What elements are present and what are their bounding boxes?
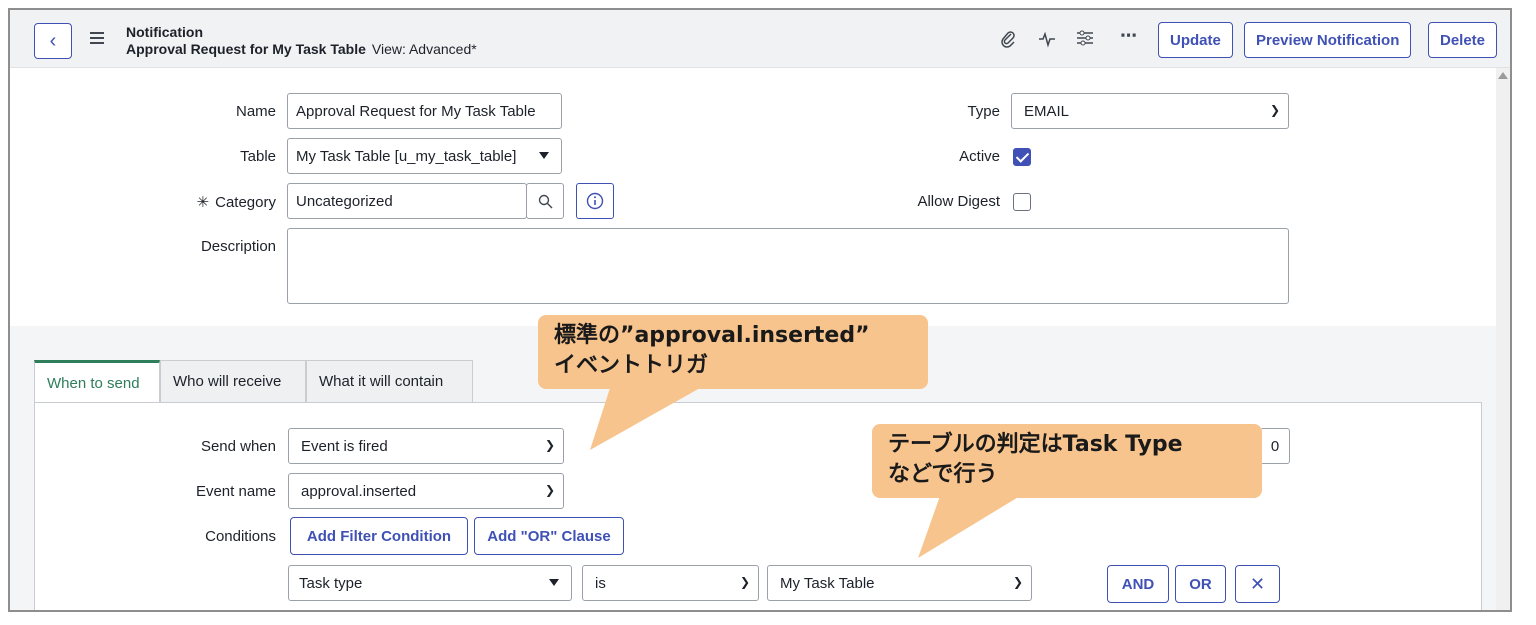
close-icon: ✕ [1249,573,1266,594]
menu-icon[interactable] [90,32,104,44]
callout-table-line2: などで行う [888,462,998,487]
table-select-value: My Task Table [u_my_task_table] [296,147,517,165]
chevron-down-icon: ❯ [1012,575,1023,589]
category-lookup-button[interactable] [526,183,564,219]
event-name-select[interactable]: approval.inserted ❯ [288,473,564,509]
view-label: View: Advanced* [371,41,477,57]
chevron-down-icon: ❯ [544,483,555,497]
update-button[interactable]: Update [1158,22,1233,58]
category-field[interactable]: Uncategorized [287,183,527,219]
search-icon [538,194,552,208]
category-label: ✳ Category [130,193,276,211]
callout-event-trigger: 標準の”approval.inserted” イベントトリガ [538,315,928,389]
allow-digest-label: Allow Digest [917,193,1000,210]
condition-value: My Task Table [780,574,875,592]
dropdown-triangle-icon [539,152,549,159]
callout-table-line1: テーブルの判定はTask Type [888,432,1183,457]
back-button[interactable]: ‹ [34,23,72,59]
form-body: Name Approval Request for My Task Table … [10,68,1496,326]
name-label: Name [235,103,276,120]
table-select[interactable]: My Task Table [u_my_task_table] [287,138,562,174]
allow-digest-checkbox[interactable] [1013,193,1031,211]
callout-table-pointer [918,496,1020,558]
callout-event-line2: イベントトリガ [554,353,709,378]
event-name-label: Event name [195,483,276,500]
description-textarea[interactable] [287,228,1289,304]
record-type: Notification [126,24,203,40]
condition-field-select[interactable]: Task type [288,565,572,601]
type-label: Type [967,103,1000,120]
callout-event-line1: 標準の”approval.inserted” [554,323,870,348]
activity-icon[interactable] [1038,30,1056,53]
required-icon: ✳ [196,194,210,211]
preview-notification-button[interactable]: Preview Notification [1244,22,1412,58]
category-info-button[interactable] [576,183,614,219]
remove-condition-button[interactable]: ✕ [1235,565,1280,603]
active-label: Active [959,148,1000,165]
or-button[interactable]: OR [1175,565,1226,603]
event-name-value: approval.inserted [301,482,417,500]
add-filter-condition-button[interactable]: Add Filter Condition [290,517,468,555]
name-field[interactable]: Approval Request for My Task Table [287,93,562,129]
vertical-scrollbar[interactable] [1496,68,1510,610]
category-label-text: Category [215,194,276,211]
attachment-icon[interactable] [1000,30,1016,53]
condition-operator-select[interactable]: is ❯ [582,565,759,601]
condition-field-value: Task type [299,574,363,592]
notification-form-window: ‹ Notification Approval Request for My T… [8,8,1512,612]
tab-when-to-send[interactable]: When to send [34,360,160,404]
type-select[interactable]: EMAIL ❯ [1011,93,1289,129]
tab-who-will-receive[interactable]: Who will receive [160,360,306,402]
weight-field[interactable]: 0 [1260,428,1290,464]
info-icon [586,192,604,210]
conditions-label: Conditions [205,528,276,545]
more-icon[interactable]: ⋯ [1120,26,1137,46]
tab-what-it-will-contain[interactable]: What it will contain [306,360,473,402]
callout-event-pointer [590,388,700,450]
record-title: Notification Approval Request for My Tas… [126,24,477,58]
callout-table-type: テーブルの判定はTask Type などで行う [872,424,1262,498]
send-when-label: Send when [200,438,276,455]
chevron-down-icon: ❯ [544,438,555,452]
delete-button[interactable]: Delete [1428,22,1498,58]
form-header: ‹ Notification Approval Request for My T… [10,10,1510,68]
dropdown-triangle-icon [549,579,559,586]
record-name: Approval Request for My Task Table [126,41,366,57]
table-label: Table [240,148,276,165]
back-icon: ‹ [49,29,57,52]
and-button[interactable]: AND [1107,565,1169,603]
settings-icon[interactable] [1076,30,1094,51]
chevron-down-icon: ❯ [1269,103,1280,117]
chevron-down-icon: ❯ [739,575,750,589]
add-or-clause-button[interactable]: Add "OR" Clause [474,517,624,555]
send-when-value: Event is fired [301,437,388,455]
condition-operator-value: is [595,574,606,592]
description-label: Description [200,238,276,255]
condition-value-select[interactable]: My Task Table ❯ [767,565,1032,601]
active-checkbox[interactable] [1013,148,1031,166]
type-select-value: EMAIL [1024,102,1070,120]
scroll-up-icon[interactable] [1498,72,1508,79]
send-when-select[interactable]: Event is fired ❯ [288,428,564,464]
